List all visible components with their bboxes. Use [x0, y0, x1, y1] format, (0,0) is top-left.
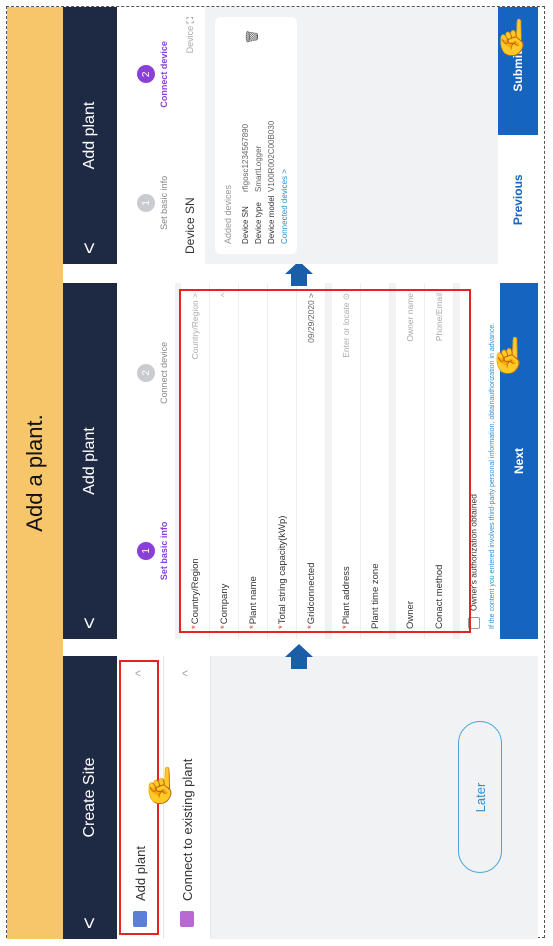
device-model-row: Device model V100R002C00B030 [267, 27, 276, 244]
stepper: 1 Set basic info 2 Connect device [117, 283, 175, 639]
add-plant-header: < Add plant [63, 283, 117, 639]
arrow-right-icon [285, 644, 313, 669]
step-connect-device: 2 Connect device [137, 342, 169, 404]
field-placeholder: Device [184, 25, 195, 54]
device-type-row: Device type SmartLogger [254, 27, 263, 244]
row-value: rfigosc1234567890 [241, 123, 250, 192]
connected-devices-link[interactable]: Connected devices > [280, 27, 289, 244]
page-title: Add plant [81, 101, 98, 170]
chevron-icon: ^ [179, 670, 195, 677]
step-label: Connect device [159, 41, 169, 108]
page-title: Add plant [81, 427, 98, 495]
add-plant-header: < Add plant [63, 7, 117, 264]
back-icon[interactable]: < [79, 242, 102, 254]
step-number: 1 [137, 193, 155, 212]
device-sn-row: Device SN rfigosc1234567890 [241, 27, 250, 244]
stepper: 1 Set basic info 2 Connect device [117, 7, 175, 264]
back-icon[interactable]: < [79, 917, 102, 929]
arrow-right-icon [285, 261, 313, 286]
step-basic-info: 1 Set basic info [137, 176, 169, 230]
card-caption: Added devices [223, 184, 233, 244]
add-plant-basic-screen: < Add plant 1 Set basic info 2 Connect d… [63, 283, 538, 639]
device-sn-field[interactable]: Device SN Device ⛶ [175, 7, 205, 264]
create-site-screen: < Create Site Add plant ^ Connect to exi… [63, 656, 538, 939]
rotated-stage: Add a plant. < Create Site Add plant ^ C… [7, 7, 546, 939]
link-plant-icon [180, 911, 194, 927]
add-plant-device-screen: < Add plant 1 Set basic info 2 Connect d… [63, 7, 538, 264]
step-number: 2 [137, 363, 155, 382]
previous-button[interactable]: Previous [498, 135, 538, 264]
back-icon[interactable]: < [79, 617, 102, 629]
step-label: Connect device [159, 341, 169, 404]
step-label: Set basic info [159, 521, 169, 581]
step-label: Set basic info [159, 175, 169, 230]
row-key: Device type [254, 202, 263, 244]
scan-icon[interactable]: ⛶ [185, 17, 195, 23]
pointer-hand-icon: ☝ [487, 336, 531, 375]
create-site-header: < Create Site [63, 656, 117, 939]
banner-title: Add a plant. [7, 7, 63, 939]
row-key: Device SN [241, 206, 250, 244]
highlight-box [179, 289, 471, 633]
field-label: Device SN [183, 197, 197, 254]
pointer-hand-icon: ☝ [139, 766, 183, 805]
later-button[interactable]: Later [458, 721, 502, 874]
step-number: 1 [137, 541, 155, 560]
pointer-hand-icon: ☝ [491, 18, 535, 57]
row-value: V100R002C00B030 [267, 120, 276, 192]
row-value: SmartLogger [254, 145, 263, 192]
page-title: Create Site [81, 757, 98, 838]
row-key: Device model [267, 195, 276, 244]
step-number: 2 [137, 65, 155, 84]
step-connect-device: 2 Connect device [137, 41, 169, 108]
delete-icon[interactable]: 🗑 [245, 29, 259, 44]
step-basic-info: 1 Set basic info [137, 521, 169, 581]
added-devices-card: Added devices 🗑 Device SN rfigosc12345678… [215, 17, 297, 254]
